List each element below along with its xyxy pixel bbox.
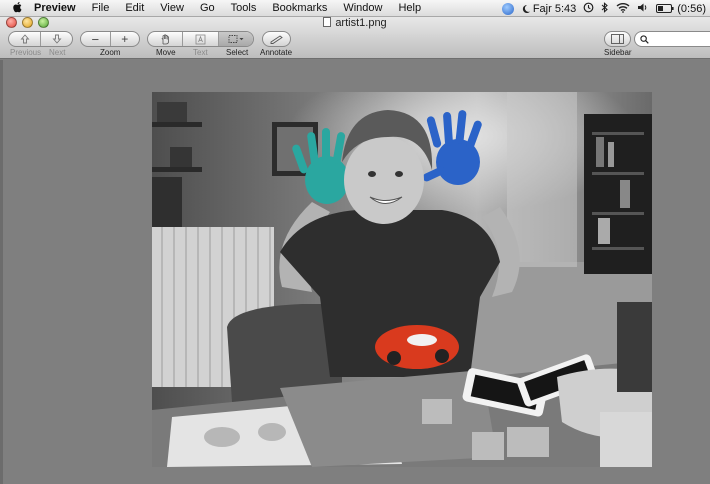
- annotate-button-face: [263, 32, 290, 46]
- pencil-icon: [270, 35, 283, 44]
- document-proxy-icon[interactable]: [323, 17, 332, 27]
- menu-go[interactable]: Go: [192, 2, 223, 14]
- zoom-out-button[interactable]: −: [81, 32, 111, 46]
- next-label: Next: [49, 48, 66, 57]
- menu-window[interactable]: Window: [335, 2, 390, 14]
- hand-icon: [161, 33, 169, 44]
- previous-label: Previous: [10, 48, 42, 57]
- menu-file[interactable]: File: [84, 2, 118, 14]
- window-title: artist1.png: [0, 17, 710, 29]
- image-content: [152, 92, 652, 467]
- prayer-time-widget[interactable]: Fajr 5:43: [521, 3, 576, 15]
- text-cursor-icon: [195, 34, 206, 44]
- arrow-up-icon: [20, 34, 29, 44]
- previous-next-control: [8, 31, 73, 47]
- select-tool-button[interactable]: [218, 32, 253, 46]
- menu-help[interactable]: Help: [390, 2, 429, 14]
- menu-view[interactable]: View: [152, 2, 192, 14]
- prayer-time-text: Fajr 5:43: [532, 2, 577, 15]
- menu-bookmarks[interactable]: Bookmarks: [264, 2, 335, 14]
- menu-edit[interactable]: Edit: [117, 2, 152, 14]
- zoom-in-button[interactable]: +: [111, 32, 140, 46]
- menu-bar: Preview File Edit View Go Tools Bookmark…: [0, 0, 710, 17]
- annotate-button[interactable]: [262, 31, 291, 47]
- wifi-icon[interactable]: [616, 2, 630, 16]
- window-toolbar: artist1.png Previous Next − + Zoom Move …: [0, 17, 710, 59]
- next-button[interactable]: [41, 32, 72, 46]
- battery-indicator[interactable]: (0:56): [656, 3, 706, 15]
- status-area: Fajr 5:43 (0:56): [501, 0, 706, 17]
- zoom-control: − +: [80, 31, 140, 47]
- window-title-text: artist1.png: [335, 17, 387, 29]
- search-icon: [640, 34, 649, 44]
- sidebar-label: Sidebar: [604, 48, 632, 57]
- battery-time: (0:56): [677, 2, 706, 15]
- window-edge: [0, 60, 3, 484]
- document-image[interactable]: [152, 92, 652, 467]
- arrow-down-icon: [52, 34, 61, 44]
- zoom-label: Zoom: [100, 48, 121, 57]
- move-label: Move: [156, 48, 176, 57]
- move-tool-button[interactable]: [148, 32, 184, 46]
- sidebar-button[interactable]: [604, 31, 631, 47]
- bluetooth-icon[interactable]: [601, 1, 609, 16]
- rect-select-icon: [228, 35, 244, 43]
- menu-app-preview[interactable]: Preview: [28, 2, 84, 14]
- text-tool-button[interactable]: [183, 32, 219, 46]
- text-label: Text: [193, 48, 208, 57]
- crescent-icon: [522, 4, 530, 13]
- battery-icon: [656, 4, 674, 13]
- volume-icon[interactable]: [637, 2, 649, 16]
- time-machine-icon[interactable]: [583, 2, 594, 16]
- tool-mode-control: [147, 31, 254, 47]
- menu-tools[interactable]: Tools: [223, 2, 265, 14]
- select-label: Select: [226, 48, 249, 57]
- sidebar-icon: [611, 34, 624, 44]
- apple-icon[interactable]: [6, 1, 28, 16]
- search-field[interactable]: [634, 31, 710, 47]
- globe-icon[interactable]: [501, 2, 514, 15]
- annotate-label: Annotate: [260, 48, 293, 57]
- previous-button[interactable]: [9, 32, 41, 46]
- sidebar-button-face: [605, 32, 630, 46]
